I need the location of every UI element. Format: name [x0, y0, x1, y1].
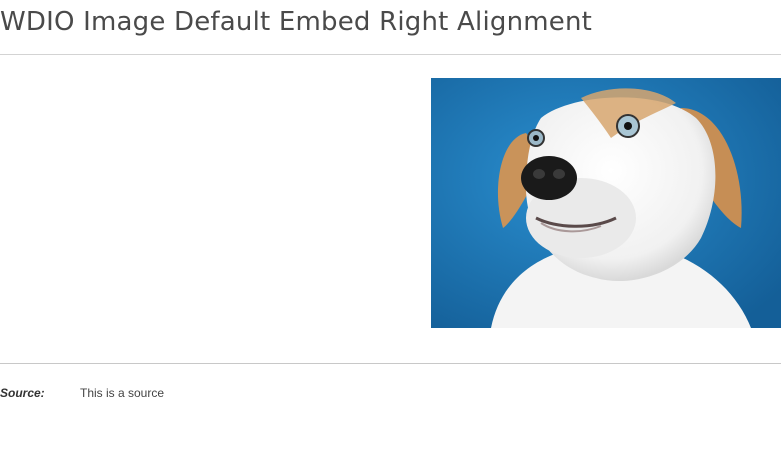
source-value: This is a source — [80, 386, 165, 400]
page-title: WDIO Image Default Embed Right Alignment — [0, 7, 593, 37]
source-label: Source: — [0, 386, 45, 400]
source-divider — [0, 363, 781, 364]
embedded-image-dog — [431, 78, 781, 328]
title-divider — [0, 54, 781, 55]
